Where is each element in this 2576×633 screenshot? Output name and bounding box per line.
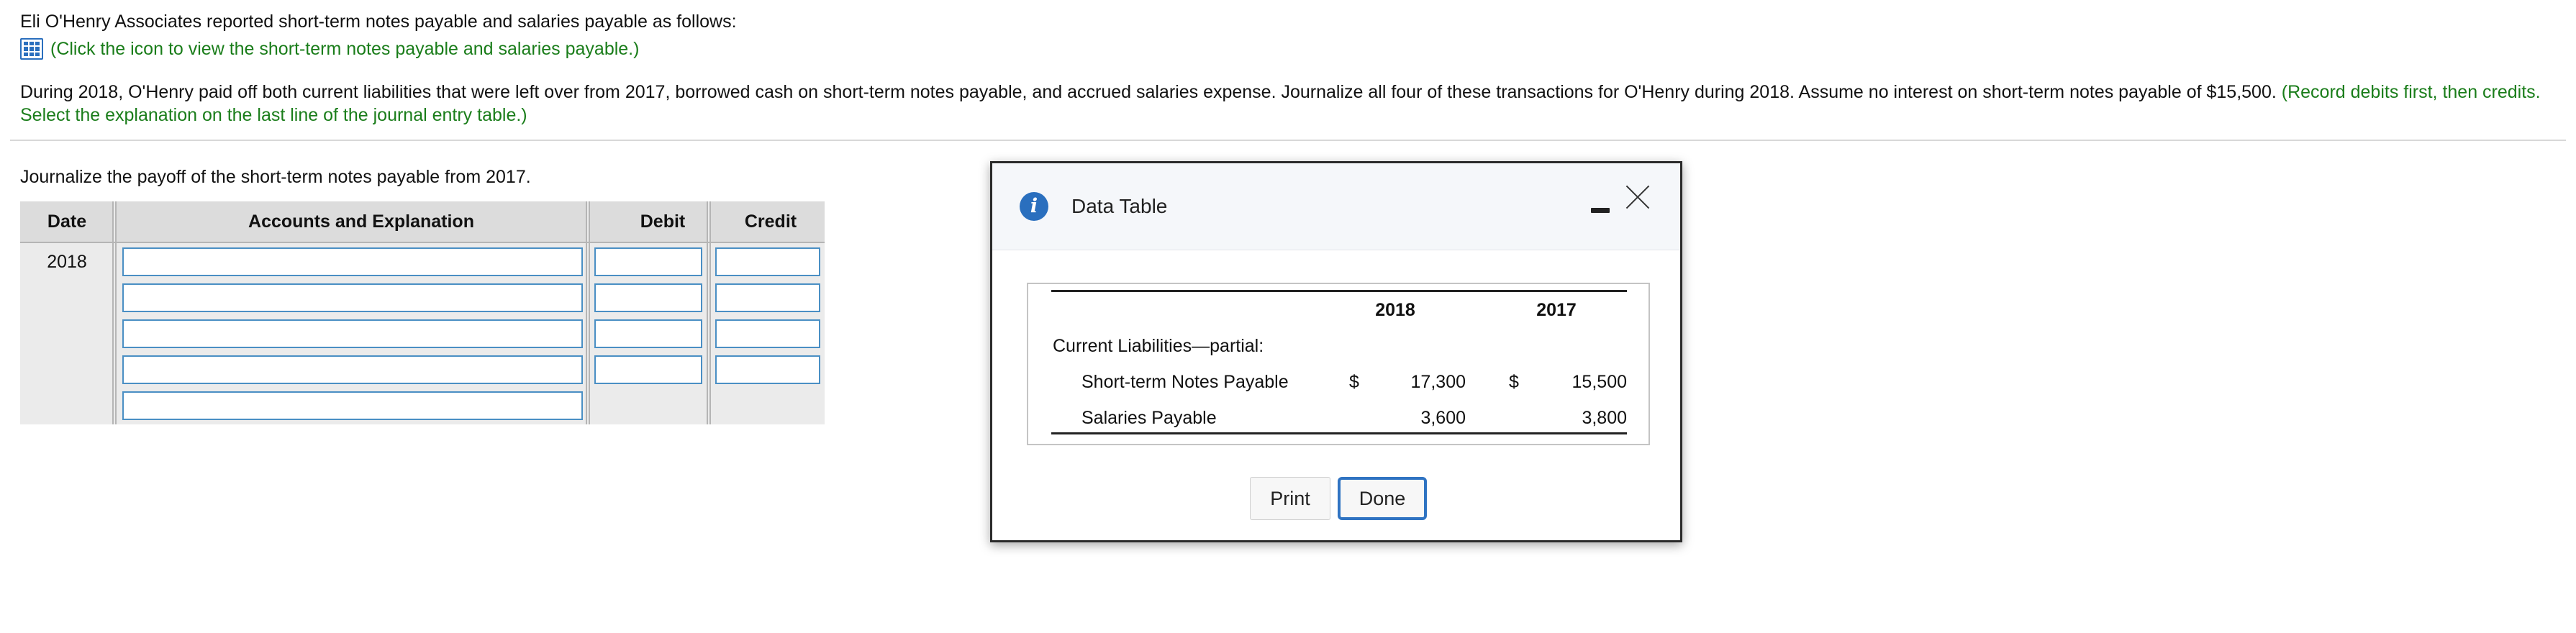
data-table-link[interactable]: (Click the icon to view the short-term n… (20, 37, 639, 60)
credit-input[interactable] (715, 283, 820, 312)
row-label: Short-term Notes Payable (1081, 372, 1289, 392)
debit-input[interactable] (594, 319, 702, 348)
problem-text: During 2018, O'Henry paid off both curre… (20, 82, 2277, 102)
account-input[interactable] (122, 319, 583, 348)
debit-input[interactable] (594, 283, 702, 312)
problem-statement: During 2018, O'Henry paid off both curre… (20, 81, 2553, 127)
minimize-icon[interactable] (1591, 201, 1610, 219)
header-credit: Credit (717, 201, 825, 242)
account-input[interactable] (122, 355, 583, 384)
credit-input[interactable] (715, 319, 820, 348)
account-input[interactable] (122, 283, 583, 312)
value-2018: 17,300 (1410, 372, 1466, 392)
data-table-dialog: i Data Table 2018 2017 Current Liabiliti… (990, 161, 1682, 542)
journal-table: Date Accounts and Explanation Debit Cred… (20, 201, 825, 424)
data-table-link-text[interactable]: (Click the icon to view the short-term n… (50, 37, 639, 60)
header-date: Date (20, 201, 114, 242)
currency-symbol: $ (1349, 372, 1359, 392)
account-input[interactable] (122, 247, 583, 276)
task-prompt: Journalize the payoff of the short-term … (20, 167, 531, 187)
header-accounts: Accounts and Explanation (114, 201, 609, 242)
done-button[interactable]: Done (1338, 477, 1427, 520)
date-cell: 2018 (47, 252, 87, 272)
debit-input[interactable] (594, 247, 702, 276)
intro-text: Eli O'Henry Associates reported short-te… (20, 12, 737, 32)
value-2017: 15,500 (1572, 372, 1627, 392)
header-rule (20, 242, 825, 243)
column-2017: 2017 (1536, 300, 1577, 320)
bottom-rule (1051, 432, 1627, 434)
credit-input[interactable] (715, 247, 820, 276)
section-label: Current Liabilities—partial: (1053, 336, 1264, 356)
credit-input[interactable] (715, 355, 820, 384)
info-icon: i (1020, 192, 1048, 221)
close-icon[interactable] (1625, 185, 1650, 209)
column-2018: 2018 (1375, 300, 1415, 320)
top-rule (1051, 290, 1627, 292)
column-separator (112, 201, 117, 424)
currency-symbol: $ (1509, 372, 1519, 392)
row-label: Salaries Payable (1081, 408, 1217, 428)
value-2017: 3,800 (1582, 408, 1627, 428)
column-separator (586, 201, 590, 424)
dialog-header: i Data Table (992, 163, 1680, 250)
header-debit: Debit (609, 201, 717, 242)
divider (10, 140, 2566, 141)
column-separator (707, 201, 711, 424)
value-2018: 3,600 (1420, 408, 1466, 428)
explanation-input[interactable] (122, 391, 583, 420)
print-button[interactable]: Print (1250, 477, 1330, 520)
debit-input[interactable] (594, 355, 702, 384)
liabilities-table: 2018 2017 Current Liabilities—partial: S… (1027, 283, 1650, 445)
dialog-title: Data Table (1071, 195, 1168, 217)
table-icon[interactable] (20, 38, 43, 60)
